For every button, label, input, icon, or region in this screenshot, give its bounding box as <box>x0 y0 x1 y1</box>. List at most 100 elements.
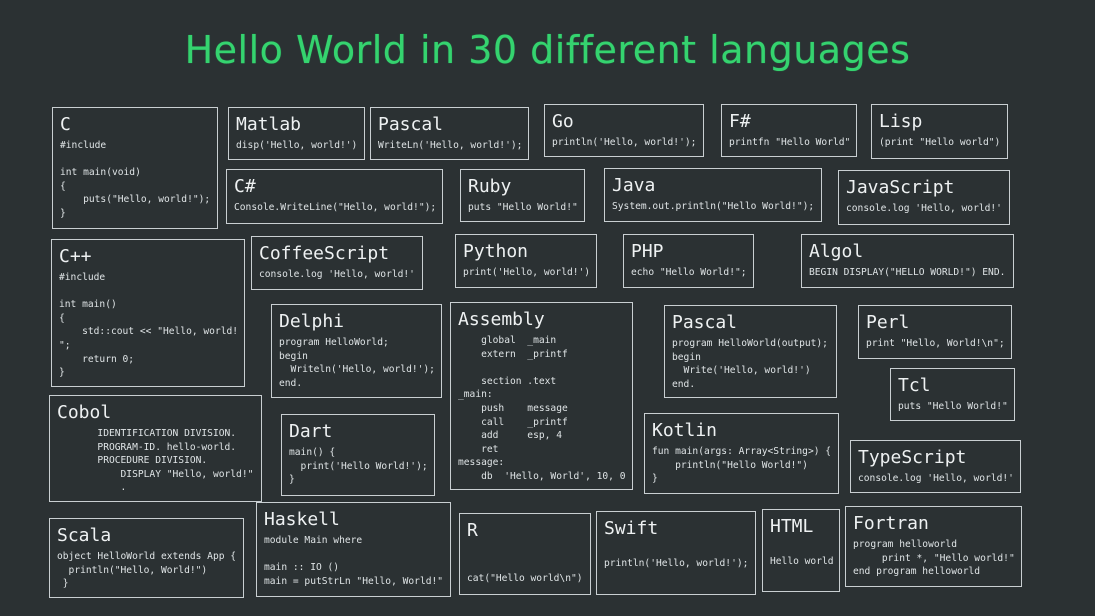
code-line: message: <box>458 457 505 469</box>
card-coffeescript: CoffeeScript console.log 'Hello, world!' <box>251 236 423 290</box>
code-snippet: disp('Hello, world!') <box>236 139 358 153</box>
card-title: C <box>60 114 71 135</box>
code-snippet: main() { print('Hello World!');} <box>289 446 428 487</box>
code-line: . <box>57 482 127 494</box>
code-line: main() { <box>289 447 336 458</box>
code-snippet: println('Hello, world!'); <box>604 543 749 570</box>
card-title: Delphi <box>279 311 345 332</box>
card-title: Fortran <box>853 513 929 534</box>
card-go: Go println('Hello, world!'); <box>544 104 704 157</box>
code-line: end. <box>279 377 303 389</box>
code-line: console.log 'Hello, world!' <box>846 203 1002 214</box>
card-title: HTML <box>770 516 814 537</box>
card-title: Haskell <box>264 509 340 530</box>
card-title: C++ <box>59 246 92 267</box>
card-ruby: Ruby puts "Hello World!" <box>460 169 585 222</box>
card-title: Perl <box>866 312 910 333</box>
card-csharp: C# Console.WriteLine("Hello, world!"); <box>226 169 443 224</box>
card-swift: Swift println('Hello, world!'); <box>596 511 756 595</box>
card-r: R cat("Hello world\n") <box>459 513 591 595</box>
code-line: } <box>59 367 65 379</box>
card-cobol: Cobol IDENTIFICATION DIVISION. PROGRAM-I… <box>49 395 262 502</box>
code-line: } <box>652 473 658 485</box>
card-c: C #include int main(void){ puts("Hello, … <box>52 107 218 229</box>
code-snippet: echo "Hello World!"; <box>631 266 747 280</box>
card-title: Ruby <box>468 176 512 197</box>
code-snippet: System.out.println("Hello World!"); <box>612 200 815 214</box>
card-title: Swift <box>604 518 659 539</box>
code-line: db 'Hello, World', 10, 0 <box>458 470 626 482</box>
code-line: program helloworld <box>853 539 957 550</box>
code-line: begin <box>279 350 308 362</box>
code-line: puts "Hello World!" <box>468 202 578 213</box>
code-line: println("Hello World!") <box>652 459 808 471</box>
code-line: end program helloworld <box>853 566 981 578</box>
card-typescript: TypeScript console.log 'Hello, world!' <box>850 440 1021 493</box>
code-line: main :: IO () <box>264 562 340 574</box>
code-line: add esp, 4 <box>458 430 562 442</box>
card-title: JavaScript <box>846 177 955 198</box>
card-scala: Scala object HelloWorld extends App { pr… <box>49 518 244 598</box>
card-delphi: Delphi program HelloWorld; begin Writeln(… <box>271 304 442 398</box>
code-line: module Main where <box>264 535 363 546</box>
card-title: R <box>467 520 478 541</box>
card-title: Matlab <box>236 114 302 135</box>
card-python: Python print('Hello, world!') <box>455 234 597 288</box>
code-line: program HelloWorld; <box>279 337 389 348</box>
card-title: Go <box>552 111 574 132</box>
code-snippet: cat("Hello world\n") <box>467 545 584 586</box>
code-line: fun main(args: Array<String>) { <box>652 446 832 457</box>
code-line: Writeln('Hello, world!'); <box>279 364 435 376</box>
card-pascal-program: Pascal program HelloWorld(output); begin … <box>664 305 837 398</box>
code-snippet: global _main extern _printf section .tex… <box>458 334 626 484</box>
code-line: Console.WriteLine("Hello, world!"); <box>234 202 437 213</box>
card-title: Python <box>463 241 529 262</box>
card-title: PHP <box>631 241 664 262</box>
code-line: console.log 'Hello, world!' <box>259 269 415 280</box>
code-line: print('Hello World!'); <box>289 460 428 472</box>
code-line: PROCEDURE DIVISION. <box>57 455 208 467</box>
code-line: std::cout << "Hello, world! <box>59 326 239 338</box>
code-line: puts("Hello, world!"); <box>60 194 211 206</box>
card-title: Lisp <box>879 111 923 132</box>
code-snippet: #include int main(){ std::cout << "Hello… <box>59 271 238 380</box>
code-line: program HelloWorld(output); <box>672 338 828 349</box>
code-snippet: module Main where main :: IO () main = pu… <box>264 534 444 588</box>
code-snippet: print('Hello, world!') <box>463 266 590 280</box>
code-snippet: console.log 'Hello, world!' <box>259 268 416 282</box>
code-snippet: Console.WriteLine("Hello, world!"); <box>234 201 436 215</box>
card-title: Tcl <box>898 375 931 396</box>
code-snippet: console.log 'Hello, world!' <box>846 202 1003 216</box>
card-dart: Dart main() { print('Hello World!');} <box>281 414 435 496</box>
card-title: CoffeeScript <box>259 243 390 264</box>
card-lisp: Lisp (print "Hello world") <box>871 104 1008 159</box>
card-assembly: Assembly global _main extern _printf sec… <box>450 302 633 490</box>
code-line: return 0; <box>59 353 135 365</box>
code-line: WriteLn('Hello, world!'); <box>378 140 523 151</box>
code-snippet: program helloworld print *, "Hello world… <box>853 538 1015 579</box>
code-line: int main(void) <box>60 167 141 179</box>
card-php: PHP echo "Hello World!"; <box>623 234 754 288</box>
code-line: ret <box>458 443 499 455</box>
code-line: { <box>60 180 66 192</box>
card-title: Cobol <box>57 402 112 423</box>
code-line: main = putStrLn "Hello, World!" <box>264 575 444 587</box>
code-line: } <box>60 207 66 219</box>
code-line: #include <box>60 140 107 151</box>
code-snippet: puts "Hello World!" <box>468 201 578 215</box>
card-title: Java <box>612 175 656 196</box>
code-line: push message <box>458 402 568 414</box>
page-title: Hello World in 30 different languages <box>184 28 911 72</box>
code-line: println('Hello, world!'); <box>604 557 749 569</box>
card-algol: Algol BEGIN DISPLAY("HELLO WORLD!") END. <box>801 234 1014 288</box>
code-line: printfn "Hello World" <box>729 137 851 148</box>
code-line: Hello world <box>770 555 834 567</box>
code-line: Write('Hello, world!') <box>672 365 811 377</box>
card-html: HTML Hello world <box>762 509 840 592</box>
card-title: Pascal <box>672 312 738 333</box>
